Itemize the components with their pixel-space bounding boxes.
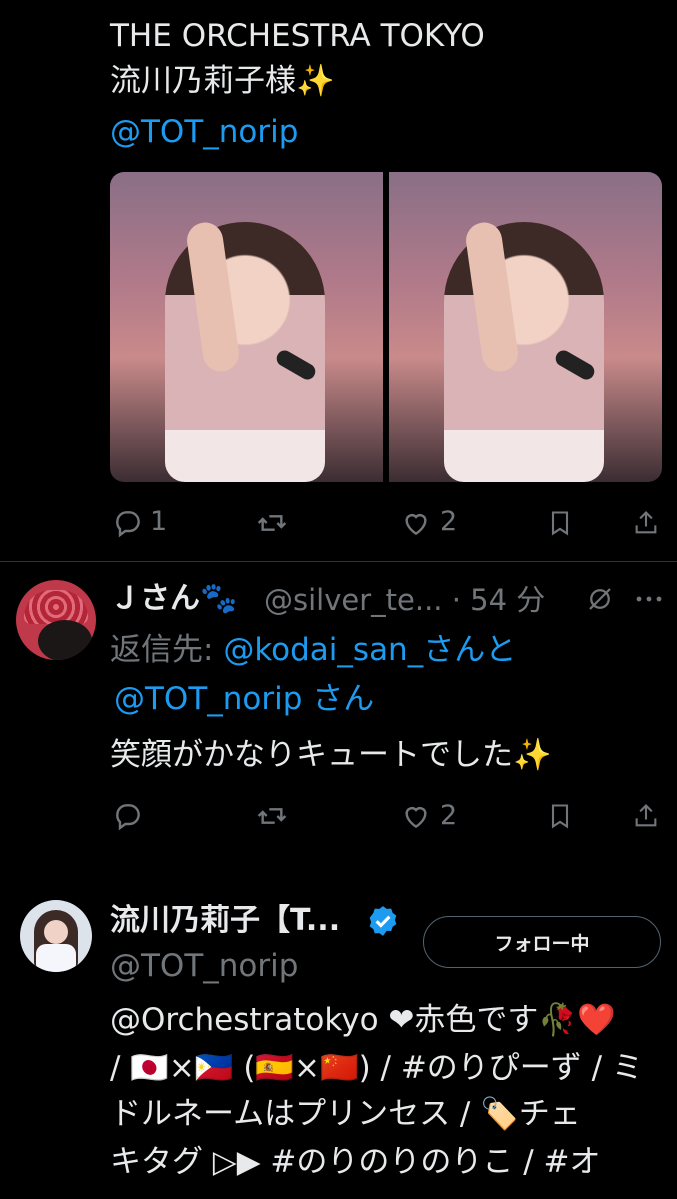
profile-bio-line2: / 🇯🇵×🇵🇭 (🇪🇸×🇨🇳) / #のりぴーず / ミ <box>110 1050 643 1086</box>
reply-count: 1 <box>150 506 168 537</box>
reply-to-label: 返信先: <box>110 632 224 668</box>
tweet-mention-link[interactable]: @TOT_norip <box>110 108 298 156</box>
like-count: 2 <box>440 800 458 831</box>
reply-icon[interactable] <box>110 505 146 541</box>
like-count: 2 <box>440 506 458 537</box>
profile-bio-line3: ドルネームはプリンセス / 🏷️チェ <box>110 1096 581 1132</box>
reply-handle-time: @silver_te... · 54 分 <box>264 583 546 617</box>
tweet-photo-2[interactable] <box>389 172 662 482</box>
reply-display-name[interactable]: Ｊさん🐾 <box>110 576 237 622</box>
more-icon[interactable] <box>633 582 665 616</box>
reply-to-mention-2[interactable]: @TOT_norip さん <box>114 675 374 723</box>
retweet-icon[interactable] <box>252 798 292 834</box>
share-icon[interactable] <box>630 505 662 541</box>
profile-bio-line4: キタグ ▷▶ #のりのりのりこ / #オ <box>110 1144 601 1180</box>
tweet-photo-1[interactable] <box>110 172 383 482</box>
bookmark-icon[interactable] <box>544 798 576 834</box>
tweet-text-line1: THE ORCHESTRA TOKYO <box>110 18 485 54</box>
profile-bio-line1: @Orchestratokyo ❤赤色です🥀❤️ <box>110 1002 616 1038</box>
retweet-icon[interactable] <box>252 505 292 541</box>
reply-icon[interactable] <box>110 798 146 834</box>
divider <box>0 561 677 562</box>
profile-avatar[interactable] <box>20 900 92 972</box>
grok-icon[interactable] <box>583 582 617 616</box>
reply-text: 笑顔がかなりキュートでした✨ <box>110 737 552 773</box>
tweet-text-line2: 流川乃莉子様✨ <box>110 63 335 99</box>
heart-icon[interactable] <box>398 798 434 834</box>
share-icon[interactable] <box>630 798 662 834</box>
verified-badge-icon <box>366 904 400 938</box>
heart-icon[interactable] <box>398 505 434 541</box>
reply-to-mention-1[interactable]: @kodai_san_さんと <box>223 632 516 668</box>
profile-display-name[interactable]: 流川乃莉子【T... <box>110 898 340 944</box>
following-button[interactable]: フォロー中 <box>423 916 661 968</box>
bookmark-icon[interactable] <box>544 505 576 541</box>
avatar[interactable] <box>16 580 96 660</box>
profile-handle: @TOT_norip <box>110 948 299 984</box>
